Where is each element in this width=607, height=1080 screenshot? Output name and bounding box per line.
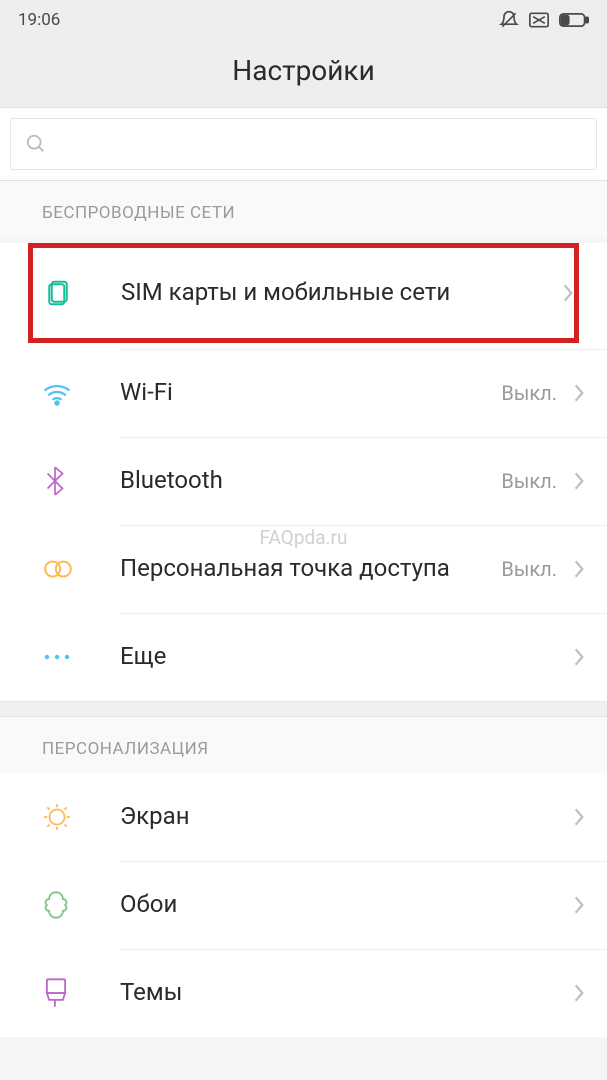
battery-icon <box>559 12 589 28</box>
list-wireless: SIM карты и мобильные сети Wi-Fi Выкл. B… <box>0 243 607 701</box>
sun-icon <box>42 802 86 832</box>
page-header: Настройки <box>0 40 607 107</box>
chevron-right-icon <box>573 647 585 667</box>
chevron-right-icon <box>573 383 585 403</box>
flower-icon <box>42 890 86 920</box>
search-wrapper <box>0 107 607 181</box>
item-more[interactable]: Еще <box>0 613 607 701</box>
wifi-icon <box>42 380 86 406</box>
signal-icon <box>529 12 549 28</box>
item-label: Wi-Fi <box>86 377 501 408</box>
bluetooth-icon <box>42 465 86 497</box>
section-header-wireless: БЕСПРОВОДНЫЕ СЕТИ <box>0 181 607 237</box>
item-label: Темы <box>86 977 573 1008</box>
page-title: Настройки <box>0 54 607 87</box>
chevron-right-icon <box>573 983 585 1003</box>
mute-icon <box>499 10 519 30</box>
sim-icon <box>43 278 87 308</box>
search-input[interactable] <box>10 118 597 170</box>
brush-icon <box>42 977 86 1009</box>
item-label: Экран <box>86 801 573 832</box>
item-display[interactable]: Экран <box>0 773 607 861</box>
item-label: Обои <box>86 889 573 920</box>
item-label: SIM карты и мобильные сети <box>87 277 562 308</box>
status-time: 19:06 <box>18 10 60 30</box>
search-icon <box>25 133 47 155</box>
item-label: Персональная точка доступа <box>86 553 501 584</box>
more-icon <box>42 653 86 661</box>
chevron-right-icon <box>573 807 585 827</box>
item-status: Выкл. <box>501 557 557 581</box>
item-sim-cards[interactable]: SIM карты и мобильные сети <box>28 243 579 343</box>
item-status: Выкл. <box>501 469 557 493</box>
hotspot-icon <box>42 556 86 582</box>
item-themes[interactable]: Темы <box>0 949 607 1037</box>
item-bluetooth[interactable]: Bluetooth Выкл. <box>0 437 607 525</box>
item-status: Выкл. <box>501 381 557 405</box>
section-header-personalization: ПЕРСОНАЛИЗАЦИЯ <box>0 717 607 773</box>
chevron-right-icon <box>573 895 585 915</box>
item-wifi[interactable]: Wi-Fi Выкл. <box>0 349 607 437</box>
status-icons <box>499 10 589 30</box>
item-label: Bluetooth <box>86 465 501 496</box>
item-wallpaper[interactable]: Обои <box>0 861 607 949</box>
status-bar: 19:06 <box>0 0 607 40</box>
chevron-right-icon <box>573 559 585 579</box>
chevron-right-icon <box>562 283 574 303</box>
section-divider <box>0 701 607 717</box>
chevron-right-icon <box>573 471 585 491</box>
item-label: Еще <box>86 641 573 672</box>
list-personalization: Экран Обои Темы <box>0 773 607 1037</box>
item-hotspot[interactable]: Персональная точка доступа Выкл. <box>0 525 607 613</box>
